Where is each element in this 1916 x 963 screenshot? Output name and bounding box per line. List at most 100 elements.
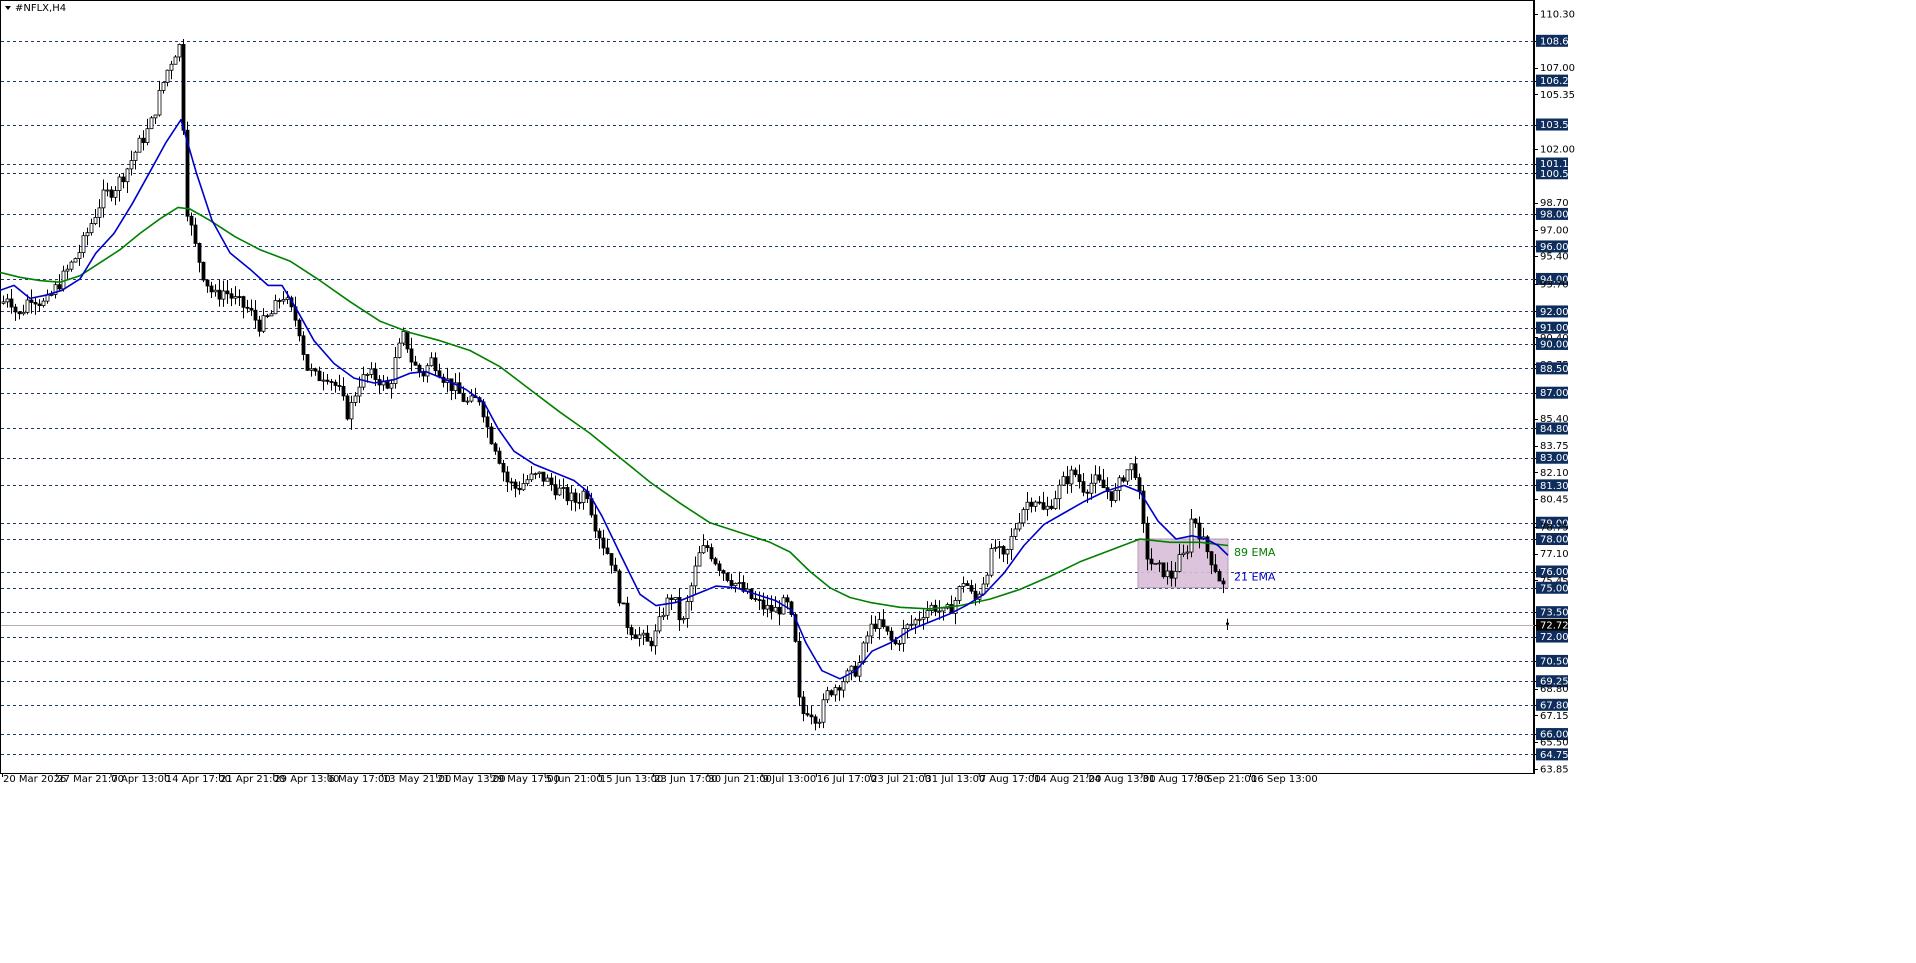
candle-body xyxy=(301,335,306,355)
candle-body xyxy=(1085,491,1090,494)
chart-container[interactable]: 89 EMA 21 EMA 110.30 108.65 107.00 106.20 10… xyxy=(0,0,1916,963)
candle-body xyxy=(661,614,666,618)
candle-body xyxy=(765,604,770,610)
candle-body xyxy=(593,514,598,532)
candle-body xyxy=(21,311,26,315)
candle-body xyxy=(601,537,606,549)
time-tick-label: 31 Jul 13:00 xyxy=(925,774,985,785)
candle-body xyxy=(897,643,902,645)
candle-body xyxy=(1,301,6,304)
candle-body xyxy=(341,386,346,397)
candle-body xyxy=(169,63,174,71)
candle-body xyxy=(257,319,262,332)
candle-body xyxy=(605,547,610,554)
candle-body xyxy=(1193,518,1198,524)
candle-body xyxy=(277,300,282,302)
candle-body xyxy=(1113,489,1118,501)
price-tick-label: 88.50 xyxy=(1540,364,1569,375)
candle-body xyxy=(1093,474,1098,484)
candle-body xyxy=(841,681,846,691)
candle-body xyxy=(245,306,250,309)
time-tick-label: 8 Sep 21:00 xyxy=(1197,774,1257,785)
price-tick-label: 93.70 xyxy=(1540,279,1569,290)
candle-body xyxy=(713,558,718,565)
candle-body xyxy=(229,293,234,299)
candle-body xyxy=(737,582,742,584)
candle-body xyxy=(649,640,654,647)
candle-body xyxy=(497,450,502,464)
price-tick-label: 98.70 xyxy=(1540,198,1569,209)
candle-body xyxy=(885,626,890,632)
candle-body xyxy=(637,634,642,639)
candle-body xyxy=(909,623,914,626)
candle-body xyxy=(1153,562,1158,565)
price-tick-label: 72.72 xyxy=(1540,620,1569,631)
candlestick-chart[interactable]: 89 EMA 21 EMA 110.30 108.65 107.00 106.20 10… xyxy=(0,0,1916,963)
ema89-label: 89 EMA xyxy=(1234,546,1276,559)
candle-body xyxy=(913,619,918,625)
candle-body xyxy=(1125,469,1130,482)
time-axis[interactable]: 20 Mar 202627 Mar 21:007 Apr 13:0014 Apr… xyxy=(0,773,1534,785)
price-tick-label: 84.80 xyxy=(1540,424,1569,435)
price-tick-label: 75.00 xyxy=(1540,583,1569,594)
candle-body xyxy=(809,714,814,718)
candle-body xyxy=(141,137,146,143)
candle-body xyxy=(613,564,618,572)
candle-body xyxy=(129,160,134,170)
candle-body xyxy=(761,599,766,610)
candle-body xyxy=(305,354,310,371)
candle-body xyxy=(273,300,278,315)
candle-body xyxy=(537,471,542,475)
candle-body xyxy=(569,492,574,502)
candle-body xyxy=(645,632,650,642)
candle-body xyxy=(941,607,946,612)
candle-body xyxy=(881,619,886,628)
candle-body xyxy=(105,189,110,192)
time-tick-label: 6 May 17:00 xyxy=(329,774,391,785)
candle-body xyxy=(797,640,802,698)
time-tick-label: 16 Jul 17:00 xyxy=(817,774,877,785)
price-tick-label: 98.00 xyxy=(1540,209,1569,220)
candle-body xyxy=(425,365,430,377)
candle-body xyxy=(189,215,194,226)
price-tick-label: 106.20 xyxy=(1540,76,1575,87)
candle-body xyxy=(333,381,338,386)
candle-body xyxy=(1101,479,1106,489)
candle-body xyxy=(1109,491,1114,501)
candle-body xyxy=(665,597,670,616)
price-tick-label: 64.75 xyxy=(1540,750,1569,761)
price-tick-label: 67.15 xyxy=(1540,711,1569,722)
candle-body xyxy=(1001,546,1006,555)
candle-body xyxy=(1181,552,1186,556)
candle-body xyxy=(205,279,210,287)
candle-body xyxy=(89,223,94,234)
candle-body xyxy=(1061,476,1066,486)
candle-body xyxy=(357,386,362,397)
price-tick-label: 92.00 xyxy=(1540,307,1569,318)
candle-body xyxy=(1069,469,1074,485)
candle-body xyxy=(817,721,822,724)
price-tick-label: 95.40 xyxy=(1540,252,1569,263)
candle-body xyxy=(581,490,586,503)
candle-body xyxy=(509,481,514,484)
candle-body xyxy=(17,311,22,315)
price-tick-label: 108.65 xyxy=(1540,36,1575,47)
candle-body xyxy=(573,492,578,503)
candle-body xyxy=(1017,522,1022,530)
candle-body xyxy=(993,547,998,549)
candle-body xyxy=(865,635,870,644)
candle-body xyxy=(133,151,138,161)
candle-body xyxy=(1185,551,1190,554)
price-tick-label: 81.30 xyxy=(1540,481,1569,492)
candle-body xyxy=(501,463,506,473)
candle-body xyxy=(177,44,182,58)
candle-body xyxy=(181,44,186,131)
candle-body xyxy=(57,284,62,290)
candle-body xyxy=(1005,549,1010,555)
candle-body xyxy=(1226,622,1229,625)
candle-body xyxy=(729,580,734,586)
candle-body xyxy=(753,598,758,600)
candle-body xyxy=(385,380,390,389)
candle-body xyxy=(157,90,162,116)
candle-body xyxy=(1009,535,1014,550)
